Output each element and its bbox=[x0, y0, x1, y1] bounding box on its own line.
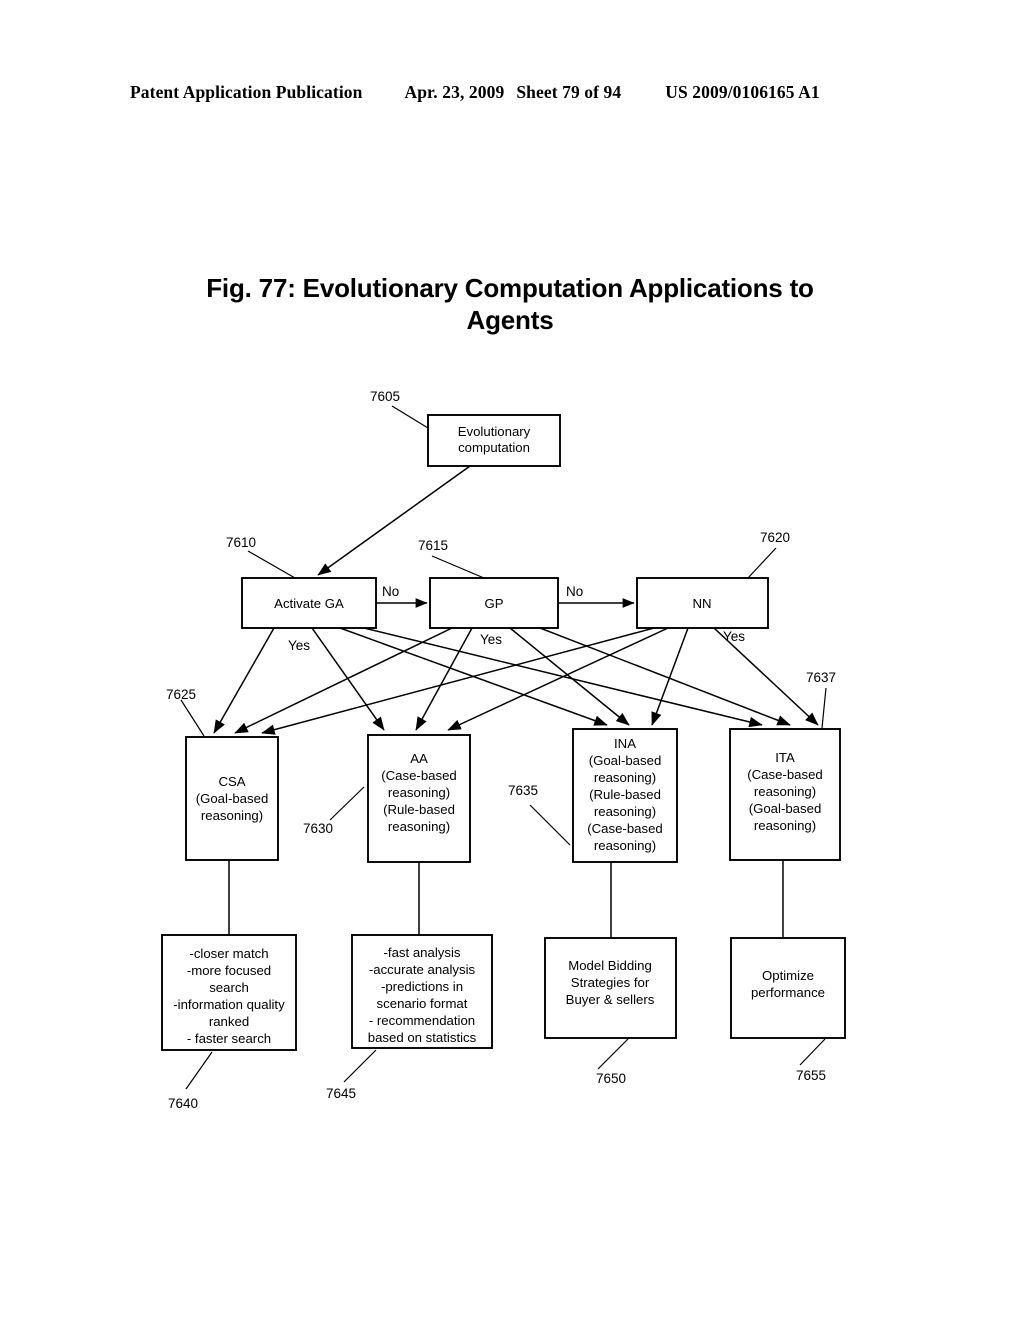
node-ina-line-6: (Case-based bbox=[587, 821, 663, 836]
node-ita-outcome-line-2: performance bbox=[751, 985, 825, 1000]
node-ita-outcome-line-1: Optimize bbox=[762, 968, 814, 983]
node-ina-outcome-line-3: Buyer & sellers bbox=[566, 992, 655, 1007]
ref-7615: 7615 bbox=[418, 538, 448, 553]
node-aa-outcome[interactable]: -fast analysis -accurate analysis -predi… bbox=[351, 934, 493, 1049]
ref-7650: 7650 bbox=[596, 1071, 626, 1086]
ref-7655: 7655 bbox=[796, 1068, 826, 1083]
edge-nn-to-ita bbox=[713, 627, 819, 726]
node-aa-line-3: reasoning) bbox=[388, 785, 450, 800]
ref-7635: 7635 bbox=[508, 783, 538, 798]
edge-gp-to-ina bbox=[509, 627, 630, 726]
node-nn[interactable]: NN bbox=[636, 577, 769, 629]
node-ina-line-5: reasoning) bbox=[594, 804, 656, 819]
node-ita-line-2: (Case-based bbox=[747, 767, 823, 782]
node-aa-line-5: reasoning) bbox=[388, 819, 450, 834]
leader-7637 bbox=[821, 687, 827, 729]
ref-7645: 7645 bbox=[326, 1086, 356, 1101]
edge-nn-to-ina bbox=[651, 627, 689, 726]
edge-evolutionary-to-activate-ga bbox=[317, 465, 471, 576]
node-csa-line-3: reasoning) bbox=[201, 808, 263, 823]
node-aa-outcome-line-4: scenario format bbox=[377, 996, 468, 1011]
leader-7650 bbox=[597, 1038, 629, 1070]
node-aa-outcome-line-5: - recommendation bbox=[369, 1013, 475, 1028]
leader-7605 bbox=[391, 405, 429, 429]
edge-nn-to-csa bbox=[261, 627, 655, 735]
node-ita[interactable]: ITA (Case-based reasoning) (Goal-based r… bbox=[729, 728, 841, 861]
node-aa-line-4: (Rule-based bbox=[383, 802, 455, 817]
leader-7625 bbox=[180, 699, 205, 737]
edge-ga-to-csa bbox=[213, 627, 275, 734]
node-ita-line-1: ITA bbox=[775, 750, 795, 765]
node-ina[interactable]: INA (Goal-based reasoning) (Rule-based r… bbox=[572, 728, 678, 863]
ref-7620: 7620 bbox=[760, 530, 790, 545]
node-csa-outcome-line-1: -closer match bbox=[189, 946, 268, 961]
ref-7610: 7610 bbox=[226, 535, 256, 550]
node-gp[interactable]: GP bbox=[429, 577, 559, 629]
node-ina-line-7: reasoning) bbox=[594, 838, 656, 853]
node-csa[interactable]: CSA (Goal-based reasoning) bbox=[185, 736, 279, 861]
node-csa-line-1: CSA bbox=[218, 774, 245, 789]
ref-7630: 7630 bbox=[303, 821, 333, 836]
node-aa-outcome-line-2: -accurate analysis bbox=[369, 962, 476, 977]
node-aa-outcome-line-1: -fast analysis bbox=[384, 945, 461, 960]
node-evolutionary-computation-line-2: computation bbox=[458, 440, 530, 455]
node-aa-line-1: AA bbox=[410, 751, 428, 766]
node-gp-label: GP bbox=[484, 596, 503, 611]
node-ina-outcome-line-2: Strategies for bbox=[571, 975, 650, 990]
node-ita-line-3: reasoning) bbox=[754, 784, 816, 799]
ref-7605: 7605 bbox=[370, 389, 400, 404]
node-ita-outcome[interactable]: Optimize performance bbox=[730, 937, 846, 1039]
flow-diagram: Evolutionary computation 7605 Activate G… bbox=[161, 389, 846, 1111]
node-evolutionary-computation-line-1: Evolutionary bbox=[458, 424, 531, 439]
leader-7635 bbox=[529, 804, 571, 846]
ref-7625: 7625 bbox=[166, 687, 196, 702]
leader-7615 bbox=[431, 555, 485, 579]
node-aa[interactable]: AA (Case-based reasoning) (Rule-based re… bbox=[367, 734, 471, 863]
patent-figure-page: Patent Application Publication Apr. 23, … bbox=[0, 0, 1024, 1320]
edge-gp-to-csa bbox=[234, 627, 453, 734]
ref-7637: 7637 bbox=[806, 670, 836, 685]
node-csa-outcome-line-6: - faster search bbox=[187, 1031, 271, 1046]
node-csa-line-2: (Goal-based bbox=[196, 791, 269, 806]
leader-7655 bbox=[799, 1038, 826, 1066]
node-ina-outcome[interactable]: Model Bidding Strategies for Buyer & sel… bbox=[544, 937, 677, 1039]
node-aa-outcome-line-3: -predictions in bbox=[381, 979, 463, 994]
edge-label-nn-yes: Yes bbox=[723, 629, 745, 644]
node-activate-ga[interactable]: Activate GA bbox=[241, 577, 377, 629]
leader-7620 bbox=[747, 547, 777, 579]
node-activate-ga-label: Activate GA bbox=[274, 596, 344, 611]
node-ina-outcome-line-1: Model Bidding bbox=[568, 958, 652, 973]
node-aa-outcome-line-6: based on statistics bbox=[368, 1030, 477, 1045]
node-csa-outcome[interactable]: -closer match -more focused search -info… bbox=[161, 934, 297, 1051]
leader-7645 bbox=[343, 1049, 377, 1083]
edge-label-gp-yes: Yes bbox=[480, 632, 502, 647]
leader-7610 bbox=[247, 550, 296, 579]
node-aa-line-2: (Case-based bbox=[381, 768, 457, 783]
edge-label-gp-to-nn: No bbox=[566, 584, 583, 599]
leader-7630 bbox=[329, 786, 365, 821]
node-ina-line-4: (Rule-based bbox=[589, 787, 661, 802]
edge-label-ga-yes: Yes bbox=[288, 638, 310, 653]
node-ina-line-3: reasoning) bbox=[594, 770, 656, 785]
node-csa-outcome-line-5: ranked bbox=[209, 1014, 249, 1029]
node-csa-outcome-line-4: -information quality bbox=[173, 997, 285, 1012]
edge-label-ga-to-gp: No bbox=[382, 584, 399, 599]
node-ita-line-5: reasoning) bbox=[754, 818, 816, 833]
node-csa-outcome-line-3: search bbox=[209, 980, 249, 995]
edge-gp-to-ita bbox=[539, 627, 791, 726]
node-ita-line-4: (Goal-based bbox=[749, 801, 822, 816]
leader-7640 bbox=[185, 1051, 213, 1090]
node-ina-line-2: (Goal-based bbox=[589, 753, 662, 768]
node-evolutionary-computation[interactable]: Evolutionary computation bbox=[427, 414, 561, 467]
ref-7640: 7640 bbox=[168, 1096, 198, 1111]
node-ina-line-1: INA bbox=[614, 736, 636, 751]
node-nn-label: NN bbox=[692, 596, 711, 611]
node-csa-outcome-line-2: -more focused bbox=[187, 963, 271, 978]
